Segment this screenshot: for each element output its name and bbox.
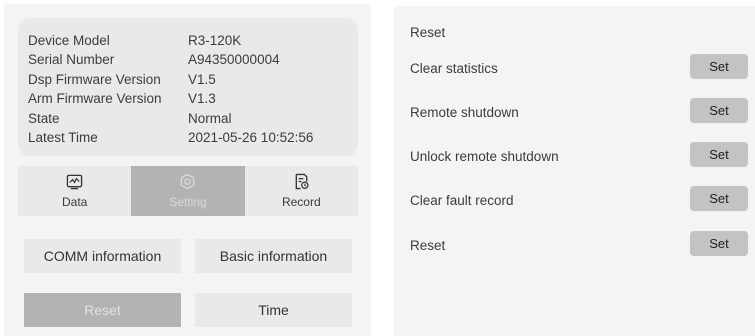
info-value: Normal xyxy=(188,111,232,126)
reset-row-clear-fault-record: Clear fault record Set xyxy=(394,186,755,216)
info-value: V1.3 xyxy=(188,91,216,106)
comm-information-button[interactable]: COMM information xyxy=(24,239,181,273)
reset-row-unlock-remote-shutdown: Unlock remote shutdown Set xyxy=(394,142,755,172)
reset-row-remote-shutdown: Remote shutdown Set xyxy=(394,98,755,128)
info-label: Device Model xyxy=(28,33,110,48)
info-label: Latest Time xyxy=(28,130,98,145)
reset-panel-title: Reset xyxy=(410,25,446,40)
unlock-remote-shutdown-set-button[interactable]: Set xyxy=(690,142,748,167)
data-chart-icon xyxy=(66,174,83,190)
info-label: State xyxy=(28,111,60,126)
tab-label: Data xyxy=(61,195,88,209)
info-value: V1.5 xyxy=(188,72,216,87)
reset-row-label: Clear statistics xyxy=(410,61,498,76)
clear-fault-record-set-button[interactable]: Set xyxy=(690,186,748,211)
time-button[interactable]: Time xyxy=(195,293,352,327)
reset-row-reset: Reset Set xyxy=(394,231,755,261)
tab-data[interactable]: Data xyxy=(18,166,131,216)
info-label: Arm Firmware Version xyxy=(28,91,162,106)
reset-row-label: Reset xyxy=(410,238,446,253)
reset-row-label: Remote shutdown xyxy=(410,105,519,120)
tab-record[interactable]: Record xyxy=(245,166,358,216)
reset-button[interactable]: Reset xyxy=(24,293,181,327)
info-label: Serial Number xyxy=(28,52,115,67)
record-icon xyxy=(295,173,309,190)
reset-panel: Reset Clear statistics Set Remote shutdo… xyxy=(394,6,755,336)
basic-information-button[interactable]: Basic information xyxy=(195,239,352,273)
info-value: 2021-05-26 10:52:56 xyxy=(188,130,314,145)
tab-setting[interactable]: Setting xyxy=(131,166,245,216)
left-panel: Device Model R3-120K Serial Number A9435… xyxy=(4,4,371,336)
reset-row-label: Unlock remote shutdown xyxy=(410,149,559,164)
reset-row-clear-statistics: Clear statistics Set xyxy=(394,54,755,84)
clear-statistics-set-button[interactable]: Set xyxy=(690,54,748,79)
reset-row-label: Clear fault record xyxy=(410,193,514,208)
info-value: A94350000004 xyxy=(188,52,280,67)
gear-icon xyxy=(181,173,195,190)
tab-bar: Data Setting Record xyxy=(18,166,358,216)
info-label: Dsp Firmware Version xyxy=(28,72,161,87)
tab-label: Record xyxy=(281,195,321,209)
tab-label: Setting xyxy=(169,195,207,209)
reset-set-button[interactable]: Set xyxy=(690,231,748,256)
info-value: R3-120K xyxy=(188,33,242,48)
remote-shutdown-set-button[interactable]: Set xyxy=(690,98,748,123)
device-info-card: Device Model R3-120K Serial Number A9435… xyxy=(18,18,358,156)
